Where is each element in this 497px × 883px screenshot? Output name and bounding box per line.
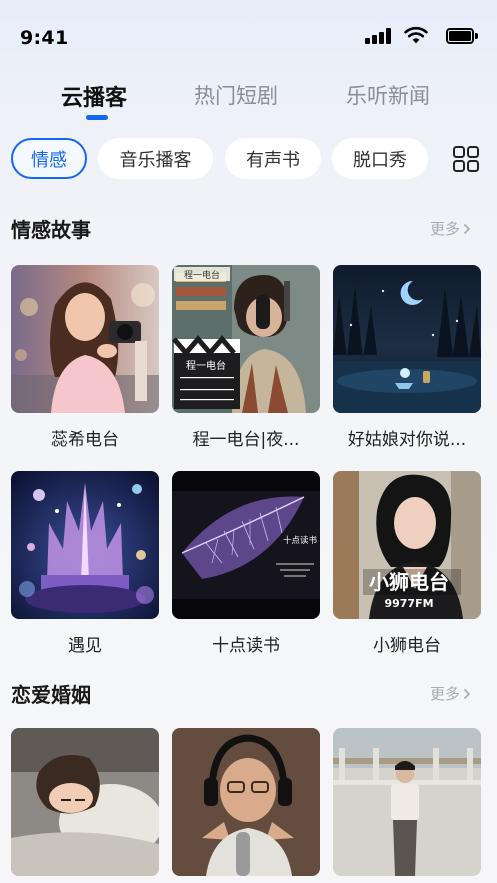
battery-icon [446,28,478,44]
tab-remen-duanju[interactable]: 热门短剧 [194,80,278,110]
cover-logo-text: 十点读书 [283,535,318,546]
main-tab-bar: 云播客 热门短剧 乐听新闻 [0,78,497,126]
chevron-right-icon [463,688,471,699]
podcast-cover-lianai-1 [11,728,159,876]
more-link-label: 更多 [430,685,461,703]
podcast-title: 程一电台|夜... [192,430,300,450]
section-title-qinggan-gushi: 情感故事 [11,218,91,242]
cover-title-text: 小狮电台 [369,570,449,594]
chip-yinyue-boke[interactable]: 音乐播客 [98,138,213,179]
chevron-right-icon [463,223,471,234]
podcast-card-ruixi[interactable]: 蕊希电台 [11,265,159,450]
podcast-card-haoguniang[interactable]: 好姑娘对你说... [333,265,481,450]
podcast-cover-haoguniang [333,265,481,413]
podcast-cover-yujian [11,471,159,619]
tab-leting-xinwen[interactable]: 乐听新闻 [346,80,430,110]
podcast-cover-ruixi [11,265,159,413]
cover-frequency-text: 9977FM [384,597,433,610]
cellular-signal-icon [365,28,391,44]
podcast-cover-lianai-3 [333,728,481,876]
podcast-card-chengyi[interactable]: 程一电台 程一电台 程一电台|夜... [172,265,320,450]
active-tab-indicator [86,115,108,120]
category-chips: 情感 音乐播客 有声书 脱口秀 [0,138,497,180]
chip-qinggan[interactable]: 情感 [11,138,87,179]
podcast-title: 十点读书 [212,636,280,656]
status-time: 9:41 [20,27,69,49]
podcast-cover-chengyi: 程一电台 程一电台 [172,265,320,413]
podcast-title: 小狮电台 [373,636,441,656]
more-link-lianai-hunyin[interactable]: 更多 [430,683,471,704]
tab-yunboke[interactable]: 云播客 [61,80,127,112]
chip-youshengshu[interactable]: 有声书 [225,138,321,179]
podcast-card-yujian[interactable]: 遇见 [11,471,159,656]
podcast-title: 蕊希电台 [51,430,119,450]
podcast-cover-lianai-2 [172,728,320,876]
chip-tuokouxiu[interactable]: 脱口秀 [332,138,428,179]
podcast-card-shidian-dushu[interactable]: 十点读书 十点读书 [172,471,320,656]
podcast-cover-shidian-dushu: 十点读书 [172,471,320,619]
podcast-card-lianai-1[interactable] [11,728,159,876]
cover-sign-text: 程一电台 [184,269,220,281]
podcast-title: 遇见 [68,636,102,656]
cover-slate-text: 程一电台 [186,359,226,372]
podcast-card-lianai-3[interactable] [333,728,481,876]
section-title-lianai-hunyin: 恋爱婚姻 [11,683,91,707]
podcast-card-xiaoshi[interactable]: 小狮电台 9977FM 小狮电台 [333,471,481,656]
podcast-card-lianai-2[interactable] [172,728,320,876]
podcast-cover-xiaoshi: 小狮电台 9977FM [333,471,481,619]
more-link-qinggan-gushi[interactable]: 更多 [430,218,471,239]
wifi-icon [404,26,428,44]
podcast-title: 好姑娘对你说... [347,430,467,450]
more-link-label: 更多 [430,220,461,238]
status-bar: 9:41 [0,0,497,76]
category-grid-icon[interactable] [453,146,479,172]
